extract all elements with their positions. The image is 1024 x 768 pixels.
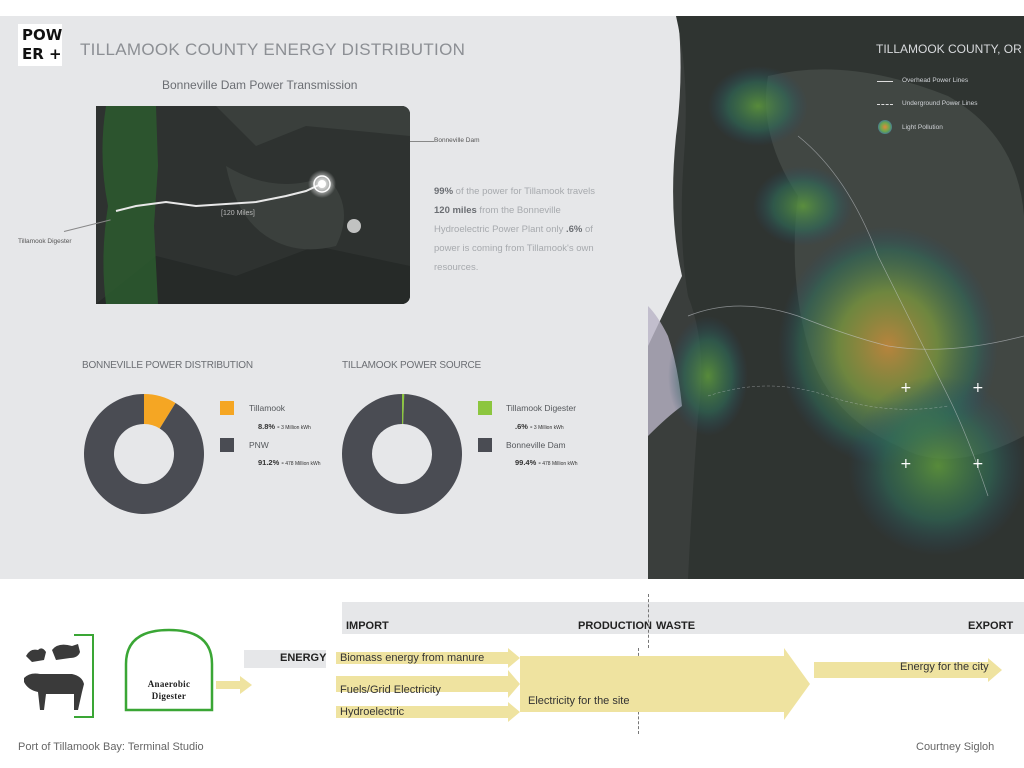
overhead-line-symbol xyxy=(877,81,893,82)
desc-miles: 120 miles xyxy=(434,205,477,216)
digester-label: Anaerobic Digester xyxy=(128,678,210,702)
bracket xyxy=(74,634,94,718)
divider-waste xyxy=(648,594,649,648)
county-map-title: TILLAMOOK COUNTY, OR xyxy=(876,42,1022,56)
legend-value-digester: .6% - 3 Million kWh xyxy=(515,422,564,431)
legend-pct: 99.4% - xyxy=(515,458,541,467)
power-plus-logo: POW ER + xyxy=(18,24,62,66)
bonneville-heading: BONNEVILLE POWER DISTRIBUTION xyxy=(82,360,253,371)
transmission-map xyxy=(96,106,410,304)
legend-pct: .6% - xyxy=(515,422,533,431)
legend-amount: 478 Million kWh xyxy=(540,461,578,467)
description-text: 99% of the power for Tillamook travels 1… xyxy=(434,182,609,277)
livestock-icon xyxy=(24,644,84,710)
svg-text:+: + xyxy=(900,456,912,472)
desc-local-percent: .6% xyxy=(566,224,583,235)
donut-slice-bonneville-dam xyxy=(342,394,462,514)
label-energy: ENERGY xyxy=(280,652,327,664)
footer-author: Courtney Sigloh xyxy=(916,741,995,753)
map-subtitle: Bonneville Dam Power Transmission xyxy=(162,78,358,92)
desc-percent: 99% xyxy=(434,186,454,197)
label-tillamook-digester: Tillamook Digester xyxy=(18,238,72,245)
legend-value-pnw: 91.2% - 478 Million kWh xyxy=(258,458,321,467)
arrow-digester-output xyxy=(216,676,252,694)
digester-label-2: Digester xyxy=(151,691,187,701)
svg-text:+: + xyxy=(972,456,984,472)
label-waste: WASTE xyxy=(656,620,696,632)
svg-text:+: + xyxy=(900,380,912,396)
donut-slice-pnw xyxy=(84,394,204,514)
logo-line-2: ER + xyxy=(22,45,62,63)
legend-value-bonneville: 99.4% - 478 Million kWh xyxy=(515,458,578,467)
legend-swatch-bonneville xyxy=(478,438,492,452)
legend-overhead-lines: Overhead Power Lines xyxy=(902,77,969,84)
legend-amount: 478 Million kWh xyxy=(283,461,321,467)
label-bonneville-dam: Bonneville Dam xyxy=(434,137,480,144)
label-import: IMPORT xyxy=(346,620,389,632)
legend-label-tillamook: Tillamook xyxy=(249,403,286,413)
logo-line-1: POW xyxy=(22,26,63,44)
tillamook-donut-chart xyxy=(342,394,462,514)
tillamook-source-heading: TILLAMOOK POWER SOURCE xyxy=(342,360,481,371)
production-arrow xyxy=(520,648,810,720)
label-production: PRODUCTION xyxy=(578,620,652,632)
dam-leader-line xyxy=(410,141,434,142)
footer-studio: Port of Tillamook Bay: Terminal Studio xyxy=(18,741,204,753)
input-hydroelectric: Hydroelectric xyxy=(340,706,405,718)
legend-label-digester: Tillamook Digester xyxy=(506,403,577,413)
digester-label-1: Anaerobic xyxy=(147,679,191,689)
legend-value-tillamook: 8.8% - 3 Million kWh xyxy=(258,422,311,431)
input-biomass: Biomass energy from manure xyxy=(340,652,485,664)
export-output: Energy for the city xyxy=(900,661,989,673)
light-pollution-symbol xyxy=(878,120,892,134)
page-title: TILLAMOOK COUNTY ENERGY DISTRIBUTION xyxy=(80,40,466,59)
desc-text-1: of the power for Tillamook travels xyxy=(453,186,596,197)
bonneville-donut-chart xyxy=(84,394,204,514)
legend-pct: 8.8% - xyxy=(258,422,280,431)
legend-amount: 3 Million kWh xyxy=(532,425,564,431)
underground-line-symbol xyxy=(877,104,893,105)
legend-light-pollution: Light Pollution xyxy=(902,124,943,131)
legend-swatch-tillamook xyxy=(220,401,234,415)
svg-text:+: + xyxy=(972,380,984,396)
production-output: Electricity for the site xyxy=(528,695,630,707)
legend-swatch-pnw xyxy=(220,438,234,452)
legend-amount: 3 Million kWh xyxy=(279,425,311,431)
legend-label-pnw: PNW xyxy=(249,440,269,450)
legend-swatch-digester xyxy=(478,401,492,415)
legend-pct: 91.2% - xyxy=(258,458,284,467)
legend-underground-lines: Underground Power Lines xyxy=(902,100,978,107)
transmission-map-image xyxy=(96,106,410,304)
input-fuels: Fuels/Grid Electricity xyxy=(340,684,441,696)
label-distance: [120 Miles] xyxy=(221,210,255,217)
legend-label-bonneville: Bonneville Dam xyxy=(506,440,566,450)
label-export: EXPORT xyxy=(968,620,1014,632)
